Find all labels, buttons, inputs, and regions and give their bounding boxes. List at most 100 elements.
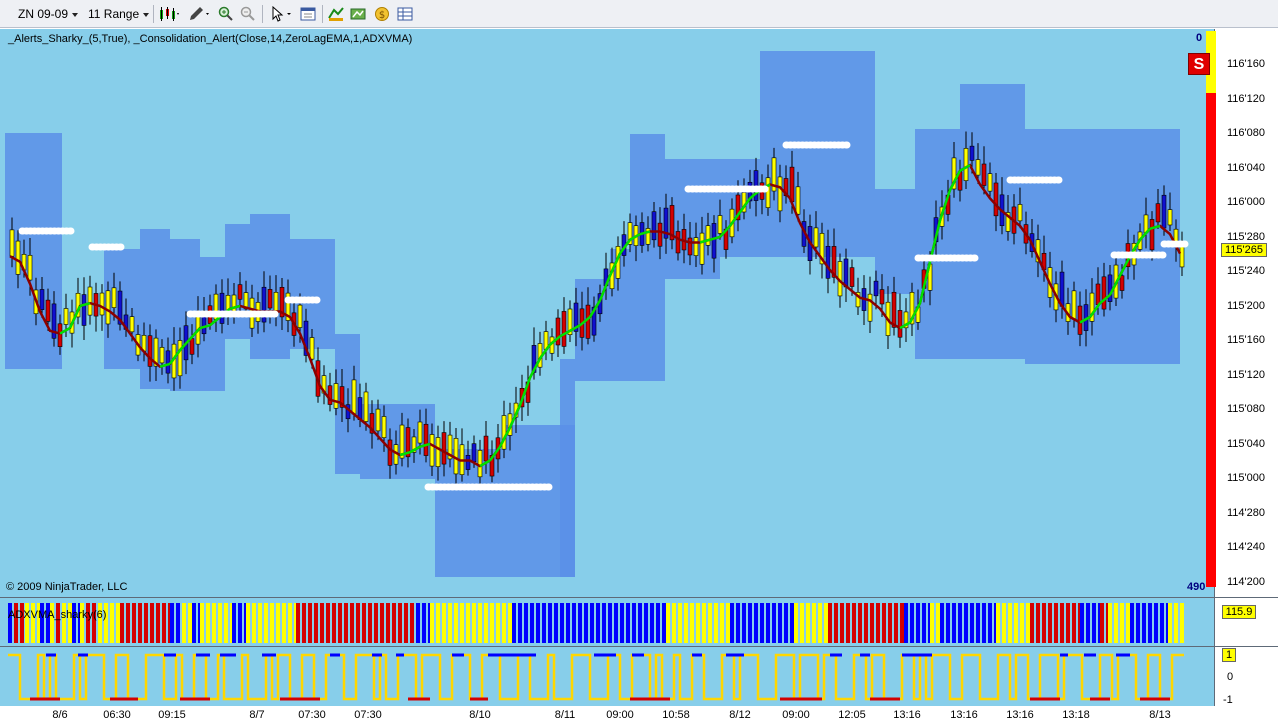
candle-body <box>363 391 369 422</box>
data-series-icon[interactable] <box>350 6 366 22</box>
adxvma-state-bar <box>864 603 868 643</box>
signal-value-tag: 1 <box>1222 648 1236 662</box>
candle-body <box>675 231 681 254</box>
time-tick-label: 13:18 <box>1062 709 1090 721</box>
adxvma-state-bar <box>132 603 136 643</box>
adxvma-state-bar <box>578 603 582 643</box>
sell-signal-badge[interactable]: S <box>1188 53 1210 75</box>
candle-body <box>441 432 447 465</box>
candle-body <box>465 454 471 470</box>
price-panel[interactable]: _Alerts_Sharky_(5,True), _Consolidation_… <box>0 29 1214 597</box>
currency-icon[interactable]: $ <box>374 6 390 22</box>
adxvma-state-bar <box>1060 603 1064 643</box>
adxvma-state-bar <box>702 603 706 643</box>
adxvma-state-bar <box>818 603 822 643</box>
adxvma-panel[interactable]: ADXVMA_sharky(6) <box>0 598 1214 646</box>
candle-body <box>483 435 489 462</box>
price-tick-label: 115'080 <box>1227 403 1265 415</box>
adxvma-state-bar <box>936 603 940 643</box>
signal-panel[interactable] <box>0 647 1214 706</box>
adxvma-state-bar <box>1026 603 1030 643</box>
candle-body <box>693 237 699 256</box>
adxvma-state-bar <box>1014 603 1018 643</box>
strategy-icon[interactable] <box>328 6 344 22</box>
adxvma-state-bar <box>882 603 886 643</box>
adxvma-state-bar <box>116 603 120 643</box>
adxvma-state-bar <box>736 603 740 643</box>
candle-body <box>81 294 87 326</box>
candle-body <box>993 182 999 217</box>
price-tick-label: 115'160 <box>1227 334 1265 346</box>
price-tick-label: 115'040 <box>1227 437 1265 450</box>
candle-body <box>147 335 153 367</box>
adxvma-state-bar <box>760 603 764 643</box>
candle-body <box>843 258 849 288</box>
adxvma-state-bar <box>1030 603 1034 643</box>
candle-body <box>1149 219 1155 251</box>
adxvma-state-bar <box>542 603 546 643</box>
candle-body <box>825 245 831 279</box>
adxvma-state-bar <box>192 603 196 643</box>
toolbar-separator <box>322 5 323 23</box>
candle-body <box>1101 276 1107 310</box>
adxvma-state-bar <box>238 603 242 643</box>
adxvma-state-bar <box>508 603 512 643</box>
candle-body <box>309 337 315 360</box>
adxvma-state-bar <box>1008 603 1012 643</box>
candle-body <box>351 379 357 415</box>
adxvma-state-bar <box>380 603 384 643</box>
adxvma-state-bar <box>1054 603 1058 643</box>
adxvma-state-bar <box>1126 603 1130 643</box>
candle-body <box>1161 194 1167 229</box>
draw-pencil-icon[interactable] <box>188 6 210 22</box>
top-counter: 0 <box>1196 32 1203 44</box>
adxvma-state-bar <box>548 603 552 643</box>
adxvma-state-bar <box>824 603 828 643</box>
candle-body <box>129 316 135 333</box>
adxvma-state-bar <box>442 603 446 643</box>
candle-body <box>765 177 771 208</box>
zoom-out-icon[interactable] <box>240 6 256 22</box>
candle-body <box>231 294 237 313</box>
adxvma-state-bar <box>536 603 540 643</box>
adxvma-state-bar <box>460 603 464 643</box>
adxvma-state-bar <box>1180 603 1184 643</box>
adxvma-state-bar <box>590 603 594 643</box>
pointer-icon[interactable] <box>270 6 294 22</box>
adxvma-state-bar <box>638 603 642 643</box>
adxvma-state-bar <box>224 603 228 643</box>
candle-body <box>267 289 273 309</box>
candle-body <box>879 289 885 305</box>
adxvma-state-bar <box>188 603 192 643</box>
candle-body <box>585 304 591 339</box>
adxvma-state-bar <box>708 603 712 643</box>
adxvma-state-bar <box>858 603 862 643</box>
adxvma-state-bar <box>828 603 832 643</box>
adxvma-state-bar <box>332 603 336 643</box>
adxvma-value-tag: 115.9 <box>1222 605 1256 619</box>
adxvma-state-bar <box>684 603 688 643</box>
candle-body <box>1077 305 1083 335</box>
adxvma-state-bar <box>720 603 724 643</box>
chart-style-icon[interactable] <box>158 6 180 22</box>
adxvma-state-bar <box>870 603 874 643</box>
consolidation-zone <box>875 189 915 294</box>
data-box-icon[interactable] <box>397 6 413 22</box>
zoom-in-icon[interactable] <box>218 6 234 22</box>
adxvma-state-bar <box>156 603 160 643</box>
adxvma-state-bar <box>282 603 286 643</box>
time-tick-label: 8/10 <box>469 709 491 721</box>
instrument-selector[interactable]: ZN 09-09 <box>18 5 80 23</box>
price-tick-label: 116'160 <box>1227 58 1265 70</box>
toolbar-separator <box>153 5 154 23</box>
candle-body <box>381 416 387 439</box>
candle-body <box>27 255 33 281</box>
properties-icon[interactable] <box>300 6 316 22</box>
period-selector[interactable]: 11 Range <box>88 5 151 23</box>
adxvma-state-bar <box>904 603 908 643</box>
adxvma-state-bar <box>602 603 606 643</box>
toolbar-separator <box>262 5 263 23</box>
adxvma-state-bar <box>754 603 758 643</box>
adxvma-state-bar <box>1036 603 1040 643</box>
candle-body <box>237 284 243 300</box>
